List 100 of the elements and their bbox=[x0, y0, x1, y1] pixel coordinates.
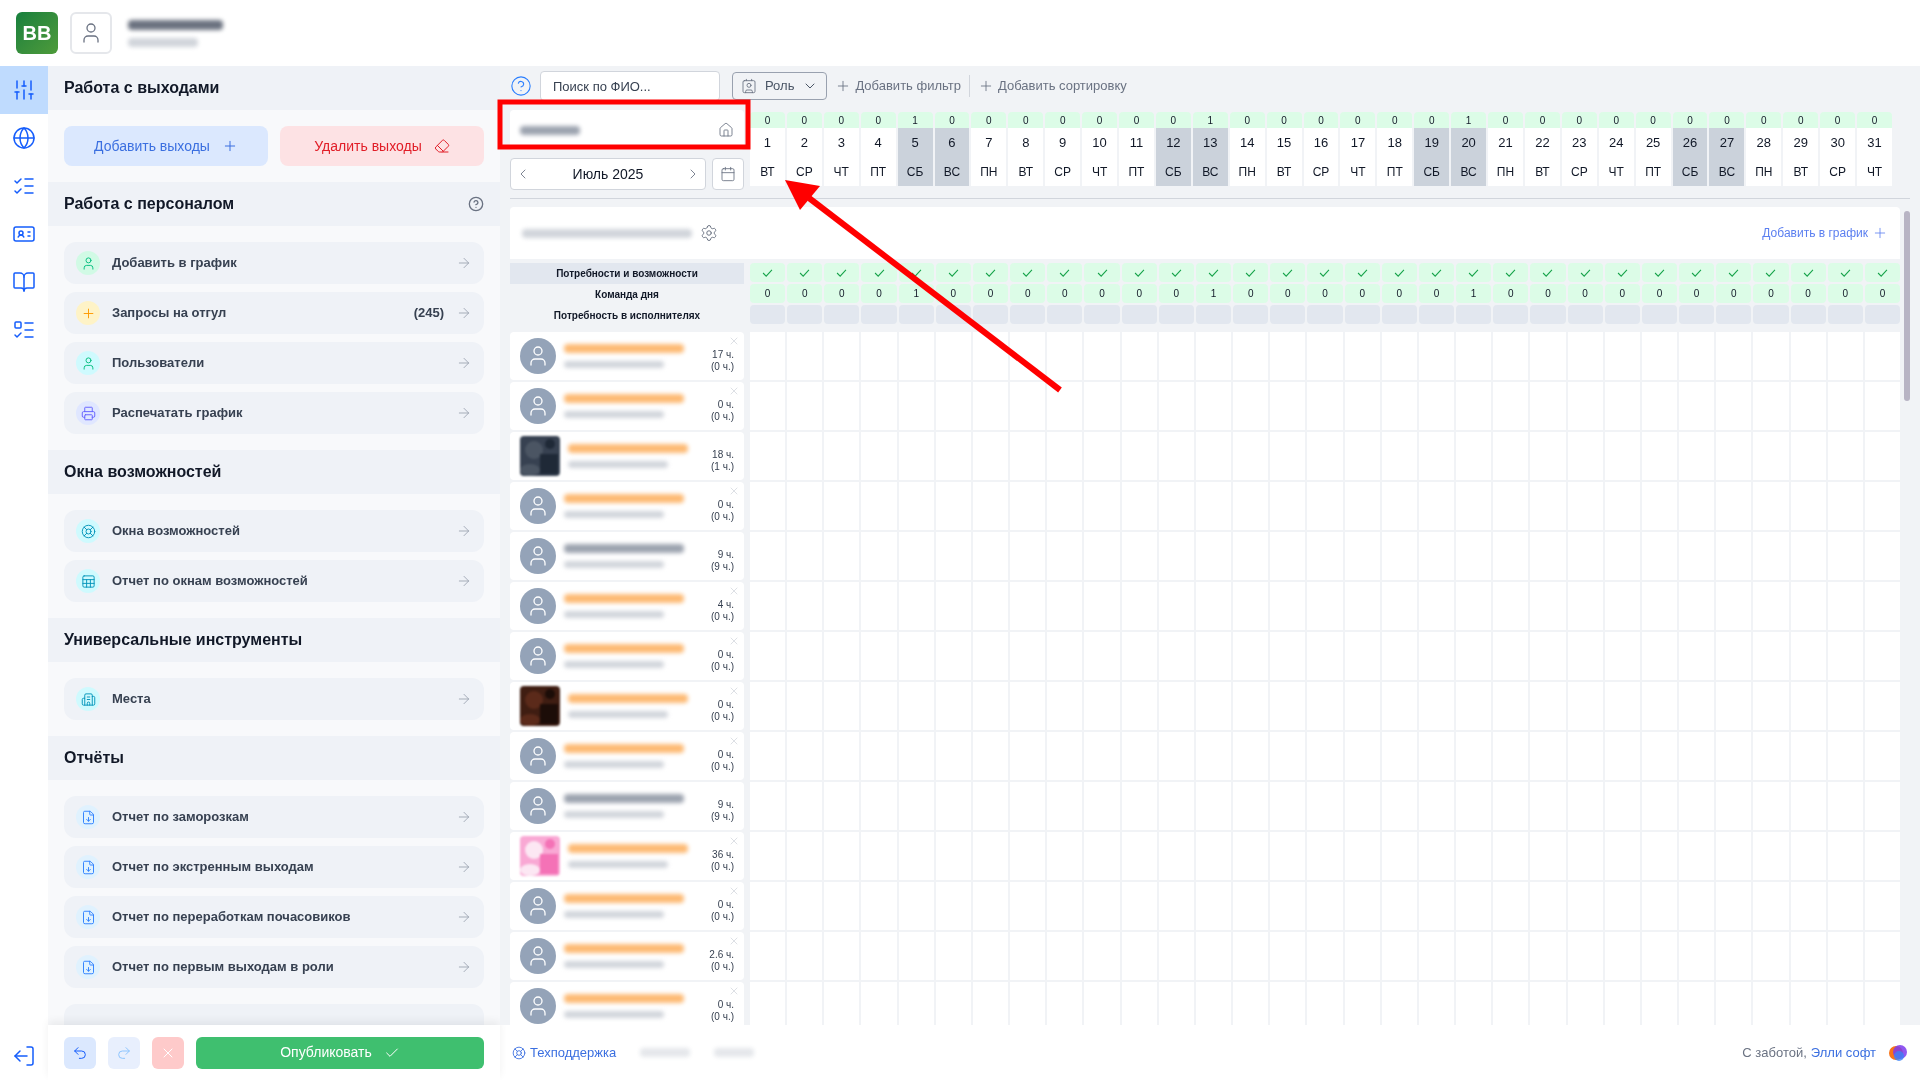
close-icon[interactable] bbox=[728, 985, 740, 997]
employee-card[interactable]: 9 ч. (9 ч.) bbox=[510, 782, 744, 830]
employee-card[interactable]: 4 ч. (0 ч.) bbox=[510, 582, 744, 630]
menu-item[interactable]: Отчет по первым выходам в роли bbox=[64, 946, 484, 988]
day-header[interactable]: 22 ВТ bbox=[1524, 128, 1560, 186]
weekday-label: СР bbox=[1312, 163, 1330, 181]
menu-item[interactable]: Места bbox=[64, 678, 484, 720]
menu-item[interactable]: Окна возможностей bbox=[64, 510, 484, 552]
day-header[interactable]: 18 ПТ bbox=[1377, 128, 1413, 186]
employee-card[interactable]: 36 ч. (0 ч.) bbox=[510, 832, 744, 880]
day-header[interactable]: 26 СБ bbox=[1672, 128, 1708, 186]
add-sort-button[interactable]: Добавить сортировку bbox=[977, 76, 1127, 96]
employee-card[interactable]: 2.6 ч. (0 ч.) bbox=[510, 932, 744, 980]
discard-button[interactable] bbox=[152, 1036, 184, 1069]
calendar-button[interactable] bbox=[712, 158, 744, 190]
close-icon[interactable] bbox=[728, 735, 740, 747]
menu-item[interactable]: Запросы на отгул (245) bbox=[64, 292, 484, 334]
menu-item[interactable]: Отчет по окнам возможностей bbox=[64, 560, 484, 602]
menu-item[interactable]: Распечатать график bbox=[64, 392, 484, 434]
menu-item[interactable]: Отчет по переработкам почасовиков bbox=[64, 896, 484, 938]
add-to-schedule-link[interactable]: Добавить в график bbox=[1762, 224, 1888, 242]
weekday-label: СБ bbox=[1681, 163, 1699, 181]
home-icon[interactable] bbox=[718, 122, 734, 138]
day-header[interactable]: 29 ВТ bbox=[1783, 128, 1819, 186]
close-icon[interactable] bbox=[728, 835, 740, 847]
extra-hours-text: (0 ч.) bbox=[711, 861, 734, 873]
employee-card[interactable]: 0 ч. (0 ч.) bbox=[510, 482, 744, 530]
help-icon[interactable] bbox=[510, 75, 532, 97]
day-header[interactable]: 8 ВТ bbox=[1008, 128, 1044, 186]
delete-button[interactable]: Удалить выходы bbox=[280, 126, 484, 166]
employee-card[interactable]: 18 ч. (1 ч.) bbox=[510, 432, 744, 480]
day-header[interactable]: 9 СР bbox=[1045, 128, 1081, 186]
day-header[interactable]: 5 СБ bbox=[897, 128, 933, 186]
menu-item[interactable]: Пользователи bbox=[64, 342, 484, 384]
employee-card[interactable]: 0 ч. (0 ч.) bbox=[510, 632, 744, 680]
day-header[interactable]: 6 ВС bbox=[934, 128, 970, 186]
day-header[interactable]: 24 ЧТ bbox=[1598, 128, 1634, 186]
close-icon[interactable] bbox=[728, 685, 740, 697]
month-selector[interactable]: Июль 2025 bbox=[510, 158, 706, 190]
close-icon[interactable] bbox=[728, 885, 740, 897]
day-header[interactable]: 13 ВС bbox=[1192, 128, 1228, 186]
employee-card[interactable]: 17 ч. (0 ч.) bbox=[510, 332, 744, 380]
role-dropdown[interactable]: Роль bbox=[732, 72, 828, 100]
day-header[interactable]: 16 СР bbox=[1303, 128, 1339, 186]
employee-card[interactable]: 0 ч. (0 ч.) bbox=[510, 982, 744, 1025]
day-header[interactable]: 23 СР bbox=[1561, 128, 1597, 186]
app-logo[interactable]: BB bbox=[16, 12, 58, 54]
day-header[interactable]: 21 ПН bbox=[1488, 128, 1523, 186]
logout-icon[interactable] bbox=[12, 1044, 36, 1068]
day-header[interactable]: 17 ЧТ bbox=[1340, 128, 1376, 186]
check-icon bbox=[1505, 268, 1517, 277]
employee-card[interactable]: 0 ч. (0 ч.) bbox=[510, 682, 744, 730]
employee-card[interactable]: 9 ч. (9 ч.) bbox=[510, 532, 744, 580]
redo-button[interactable] bbox=[108, 1036, 140, 1069]
settings-icon[interactable] bbox=[700, 224, 718, 242]
close-icon[interactable] bbox=[728, 385, 740, 397]
close-icon[interactable] bbox=[728, 935, 740, 947]
close-icon[interactable] bbox=[728, 635, 740, 647]
day-header[interactable]: 3 ЧТ bbox=[823, 128, 859, 186]
menu-item[interactable]: Добавить в график bbox=[64, 242, 484, 284]
menu-item[interactable]: Отчет по экстренным выходам bbox=[64, 846, 484, 888]
help-icon[interactable] bbox=[468, 196, 484, 212]
rail-tab[interactable] bbox=[0, 66, 48, 114]
employee-card[interactable]: 0 ч. (0 ч.) bbox=[510, 882, 744, 930]
team-cell: 0 bbox=[1270, 284, 1306, 303]
close-icon[interactable] bbox=[728, 335, 740, 347]
employee-card[interactable]: 0 ч. (0 ч.) bbox=[510, 382, 744, 430]
add-button[interactable]: Добавить выходы bbox=[64, 126, 268, 166]
avatar-button[interactable] bbox=[70, 12, 112, 54]
close-icon[interactable] bbox=[728, 485, 740, 497]
day-header[interactable]: 10 ЧТ bbox=[1082, 128, 1118, 186]
day-header[interactable]: 2 СР bbox=[786, 128, 822, 186]
brand-logo-icon bbox=[1888, 1042, 1908, 1063]
day-header[interactable]: 1 ВТ bbox=[750, 128, 785, 186]
day-header[interactable]: 19 СБ bbox=[1414, 128, 1450, 186]
day-header[interactable]: 11 ПТ bbox=[1119, 128, 1154, 186]
day-header[interactable]: 4 ПТ bbox=[860, 128, 896, 186]
check-icon bbox=[1430, 268, 1442, 277]
day-header[interactable]: 14 ПН bbox=[1229, 128, 1265, 186]
day-header[interactable]: 12 СБ bbox=[1155, 128, 1191, 186]
employee-card[interactable]: 0 ч. (0 ч.) bbox=[510, 732, 744, 780]
count-cell: 0 bbox=[1783, 112, 1819, 128]
day-header[interactable]: 7 ПН bbox=[971, 128, 1007, 186]
day-number: 26 bbox=[1682, 134, 1698, 153]
support-link[interactable]: Техподдержка bbox=[512, 1042, 617, 1063]
day-header[interactable]: 15 ВТ bbox=[1266, 128, 1302, 186]
close-icon[interactable] bbox=[728, 585, 740, 597]
day-header[interactable]: 25 ПТ bbox=[1635, 128, 1671, 186]
day-header[interactable]: 27 ВС bbox=[1709, 128, 1745, 186]
day-header[interactable]: 20 ВС bbox=[1451, 128, 1487, 186]
add-filter-button[interactable]: Добавить фильтр bbox=[835, 76, 961, 96]
menu-item[interactable]: Отчет по заморозкам bbox=[64, 796, 484, 838]
day-header[interactable]: 30 СР bbox=[1820, 128, 1856, 186]
undo-button[interactable] bbox=[64, 1036, 96, 1069]
day-header[interactable]: 31 ЧТ bbox=[1857, 128, 1892, 186]
check-icon bbox=[762, 268, 774, 277]
search-field[interactable]: Поиск по ФИО... bbox=[540, 71, 720, 101]
day-header[interactable]: 28 ПН bbox=[1746, 128, 1782, 186]
brand-link[interactable]: Элли софт bbox=[1810, 1042, 1876, 1063]
scrollbar[interactable] bbox=[1904, 211, 1910, 401]
